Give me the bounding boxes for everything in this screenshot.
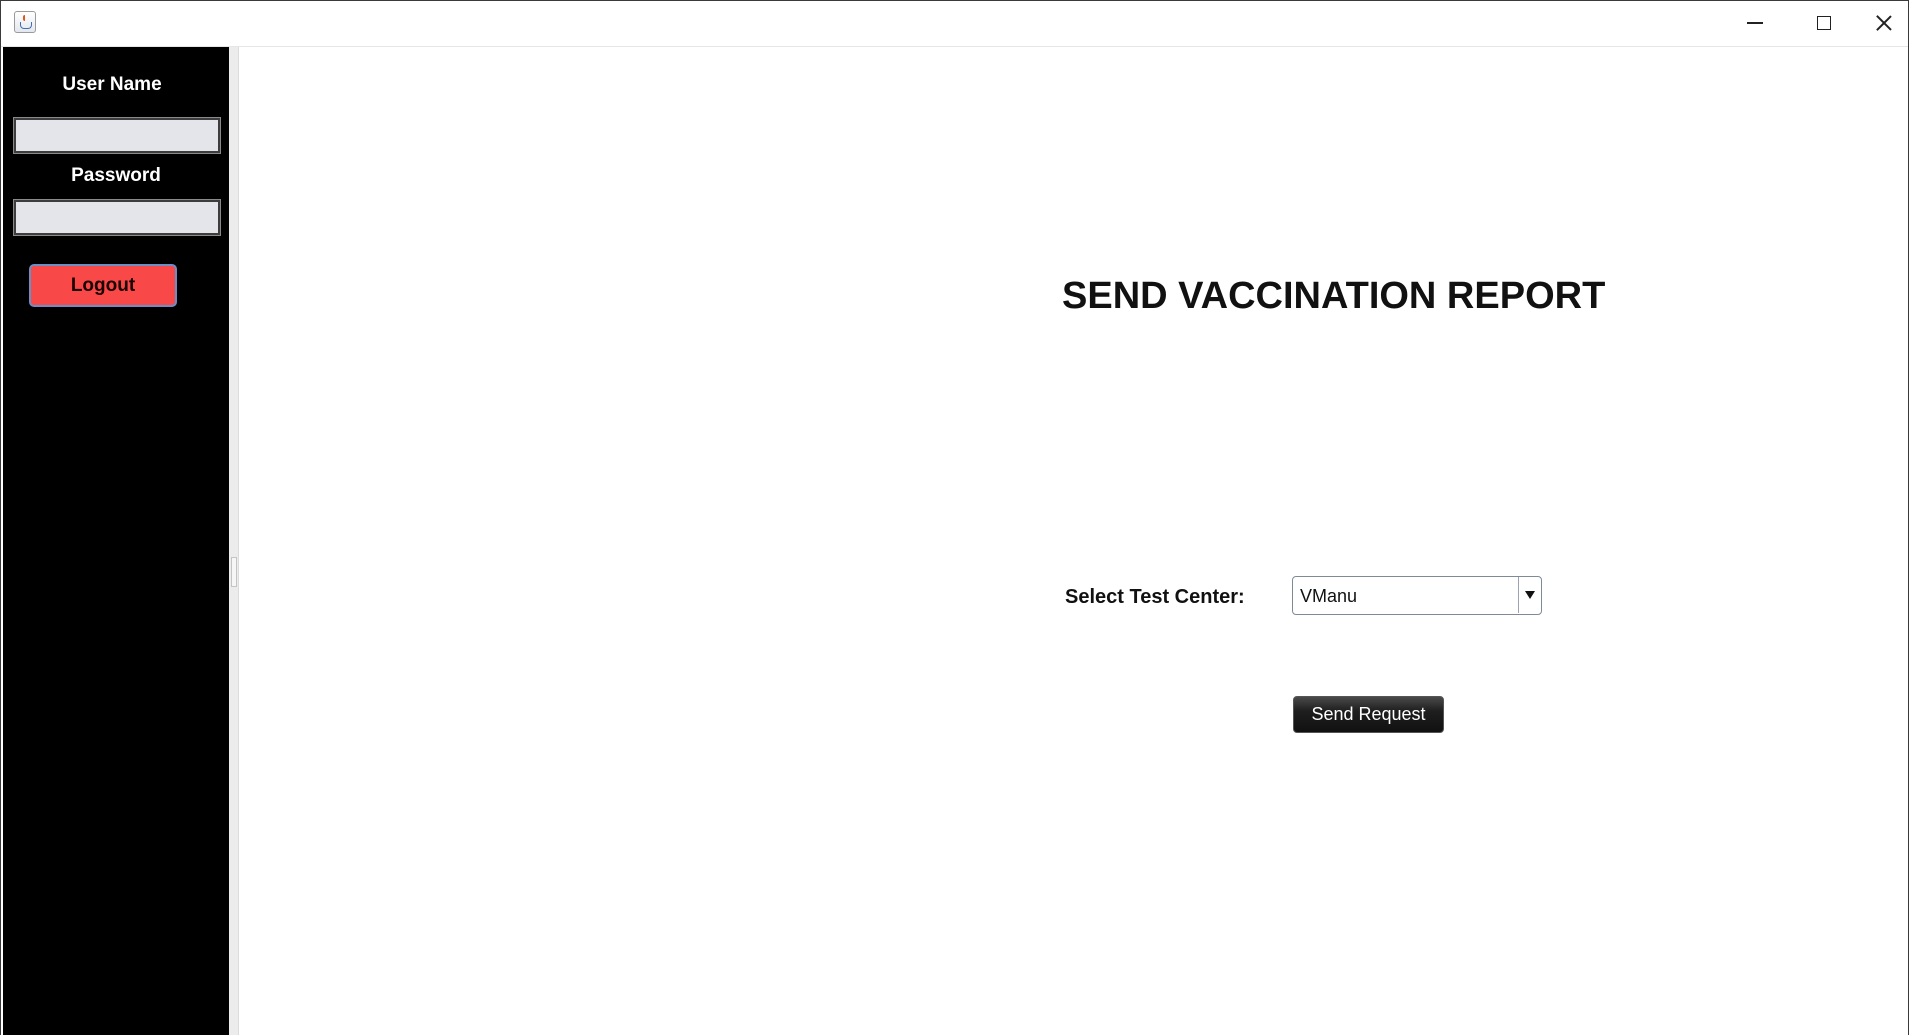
divider-grip-handle[interactable] [231, 557, 237, 587]
minimize-button[interactable] [1719, 1, 1789, 45]
minimize-icon [1747, 22, 1763, 24]
java-cup-icon[interactable] [14, 11, 36, 33]
test-center-selected-value: VManu [1300, 586, 1358, 606]
split-pane-divider[interactable] [229, 47, 239, 1035]
title-bar[interactable] [1, 1, 1908, 46]
password-field[interactable] [13, 199, 221, 236]
sidebar: User Name Password Logout [3, 47, 229, 1035]
chevron-down-icon[interactable] [1518, 577, 1541, 613]
username-label: User Name [62, 74, 162, 95]
logout-button[interactable]: Logout [29, 264, 177, 307]
main-panel: SEND VACCINATION REPORT Select Test Cent… [239, 47, 1908, 1035]
app-window: User Name Password Logout SEND VACCINATI… [0, 0, 1909, 1035]
close-icon [1875, 14, 1893, 32]
username-field[interactable] [13, 117, 221, 154]
maximize-button[interactable] [1789, 1, 1859, 45]
close-button[interactable] [1859, 1, 1908, 45]
maximize-icon [1817, 16, 1831, 30]
page-title: SEND VACCINATION REPORT [1062, 275, 1606, 317]
send-request-button[interactable]: Send Request [1293, 696, 1444, 733]
test-center-dropdown[interactable]: VManu [1292, 576, 1542, 615]
password-label: Password [71, 165, 161, 186]
select-test-center-label: Select Test Center: [1065, 586, 1245, 608]
